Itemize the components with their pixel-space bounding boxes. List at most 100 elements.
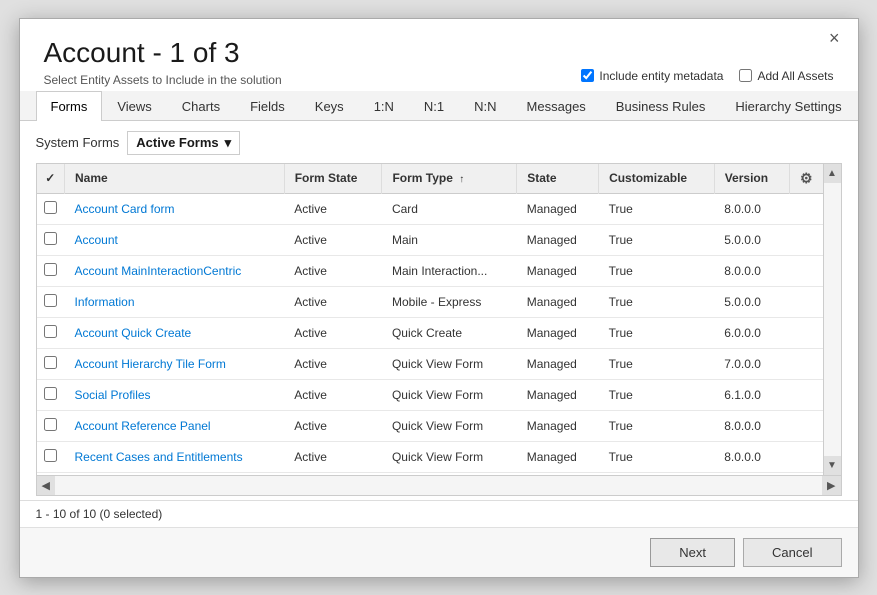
include-metadata-checkbox[interactable] (581, 69, 594, 82)
row-state-8: Managed (517, 441, 599, 472)
row-form-state-5: Active (284, 348, 382, 379)
row-checkbox-1[interactable] (44, 232, 57, 245)
row-customizable-4: True (599, 317, 715, 348)
row-name-3: Information (65, 286, 285, 317)
tab-hierarchy-settings[interactable]: Hierarchy Settings (720, 91, 856, 121)
row-name-link-0[interactable]: Account Card form (75, 202, 175, 216)
tab-fields[interactable]: Fields (235, 91, 300, 121)
cancel-button[interactable]: Cancel (743, 538, 841, 567)
next-button[interactable]: Next (650, 538, 735, 567)
row-form-type-7: Quick View Form (382, 410, 517, 441)
row-name-1: Account (65, 224, 285, 255)
row-checkbox-cell[interactable] (37, 224, 65, 255)
table-row: Account Quick Create Active Quick Create… (37, 317, 823, 348)
row-form-type-5: Quick View Form (382, 348, 517, 379)
row-checkbox-5[interactable] (44, 356, 57, 369)
tab-1n[interactable]: 1:N (359, 91, 409, 121)
col-check[interactable]: ✓ (37, 164, 65, 194)
include-metadata-label[interactable]: Include entity metadata (581, 69, 723, 83)
close-button[interactable]: × (823, 27, 846, 49)
add-all-assets-label[interactable]: Add All Assets (739, 69, 833, 83)
row-version-8: 8.0.0.0 (714, 441, 789, 472)
tab-business-rules[interactable]: Business Rules (601, 91, 721, 121)
row-customizable-1: True (599, 224, 715, 255)
row-checkbox-7[interactable] (44, 418, 57, 431)
tab-n1[interactable]: N:1 (409, 91, 459, 121)
content-area: System Forms Active Forms ▾ ✓ Name Form … (20, 121, 858, 500)
table-row: Account Reference Panel Active Quick Vie… (37, 410, 823, 441)
row-form-type-2: Main Interaction... (382, 255, 517, 286)
scroll-right-button[interactable]: ▶ (822, 476, 840, 495)
row-settings-0 (789, 193, 822, 224)
row-version-0: 8.0.0.0 (714, 193, 789, 224)
tab-nn[interactable]: N:N (459, 91, 511, 121)
row-version-1: 5.0.0.0 (714, 224, 789, 255)
row-form-state-6: Active (284, 379, 382, 410)
tab-messages[interactable]: Messages (512, 91, 601, 121)
row-state-7: Managed (517, 410, 599, 441)
row-name-link-4[interactable]: Account Quick Create (75, 326, 192, 340)
row-state-4: Managed (517, 317, 599, 348)
tab-views[interactable]: Views (102, 91, 166, 121)
row-checkbox-8[interactable] (44, 449, 57, 462)
dialog-options: Include entity metadata Add All Assets (20, 69, 858, 91)
filter-dropdown-label: Active Forms (136, 135, 218, 150)
row-checkbox-2[interactable] (44, 263, 57, 276)
row-version-7: 8.0.0.0 (714, 410, 789, 441)
row-name-link-3[interactable]: Information (75, 295, 135, 309)
row-form-state-2: Active (284, 255, 382, 286)
tab-charts[interactable]: Charts (167, 91, 235, 121)
row-form-state-8: Active (284, 441, 382, 472)
row-name-link-1[interactable]: Account (75, 233, 118, 247)
scroll-up-button[interactable]: ▲ (824, 164, 841, 183)
row-version-5: 7.0.0.0 (714, 348, 789, 379)
row-settings-3 (789, 286, 822, 317)
dialog-title: Account - 1 of 3 (44, 37, 834, 69)
row-settings-7 (789, 410, 822, 441)
row-name-link-6[interactable]: Social Profiles (75, 388, 151, 402)
row-checkbox-cell[interactable] (37, 410, 65, 441)
col-name[interactable]: Name (65, 164, 285, 194)
row-checkbox-cell[interactable] (37, 286, 65, 317)
row-checkbox-cell[interactable] (37, 255, 65, 286)
settings-gear-icon[interactable]: ⚙ (800, 170, 813, 186)
row-name-link-5[interactable]: Account Hierarchy Tile Form (75, 357, 226, 371)
table-inner[interactable]: ✓ Name Form State Form Type ↑ State Cust… (36, 163, 824, 476)
row-checkbox-cell[interactable] (37, 441, 65, 472)
active-forms-dropdown[interactable]: Active Forms ▾ (127, 131, 240, 155)
table-row: Account Active Main Managed True 5.0.0.0 (37, 224, 823, 255)
row-state-2: Managed (517, 255, 599, 286)
row-name-link-2[interactable]: Account MainInteractionCentric (75, 264, 242, 278)
add-all-assets-text: Add All Assets (757, 69, 833, 83)
tab-forms[interactable]: Forms (36, 91, 103, 121)
row-checkbox-6[interactable] (44, 387, 57, 400)
row-checkbox-cell[interactable] (37, 379, 65, 410)
row-name-link-8[interactable]: Recent Cases and Entitlements (75, 450, 243, 464)
row-form-state-1: Active (284, 224, 382, 255)
col-version[interactable]: Version (714, 164, 789, 194)
scroll-left-button[interactable]: ◀ (37, 476, 55, 495)
col-form-type[interactable]: Form Type ↑ (382, 164, 517, 194)
row-settings-8 (789, 441, 822, 472)
add-all-assets-checkbox[interactable] (739, 69, 752, 82)
row-customizable-3: True (599, 286, 715, 317)
row-name-2: Account MainInteractionCentric (65, 255, 285, 286)
col-settings[interactable]: ⚙ (789, 164, 822, 194)
row-checkbox-cell[interactable] (37, 348, 65, 379)
tab-keys[interactable]: Keys (300, 91, 359, 121)
col-customizable[interactable]: Customizable (599, 164, 715, 194)
row-checkbox-4[interactable] (44, 325, 57, 338)
col-form-state[interactable]: Form State (284, 164, 382, 194)
row-checkbox-cell[interactable] (37, 193, 65, 224)
row-checkbox-3[interactable] (44, 294, 57, 307)
row-checkbox-0[interactable] (44, 201, 57, 214)
row-name-link-7[interactable]: Account Reference Panel (75, 419, 211, 433)
row-customizable-6: True (599, 379, 715, 410)
row-checkbox-cell[interactable] (37, 317, 65, 348)
table-scroll-area: ✓ Name Form State Form Type ↑ State Cust… (36, 163, 842, 476)
col-state[interactable]: State (517, 164, 599, 194)
scroll-track[interactable] (55, 478, 822, 492)
row-settings-4 (789, 317, 822, 348)
scroll-down-button[interactable]: ▼ (824, 456, 841, 475)
tabs-bar: Forms Views Charts Fields Keys 1:N N:1 N… (20, 91, 858, 121)
